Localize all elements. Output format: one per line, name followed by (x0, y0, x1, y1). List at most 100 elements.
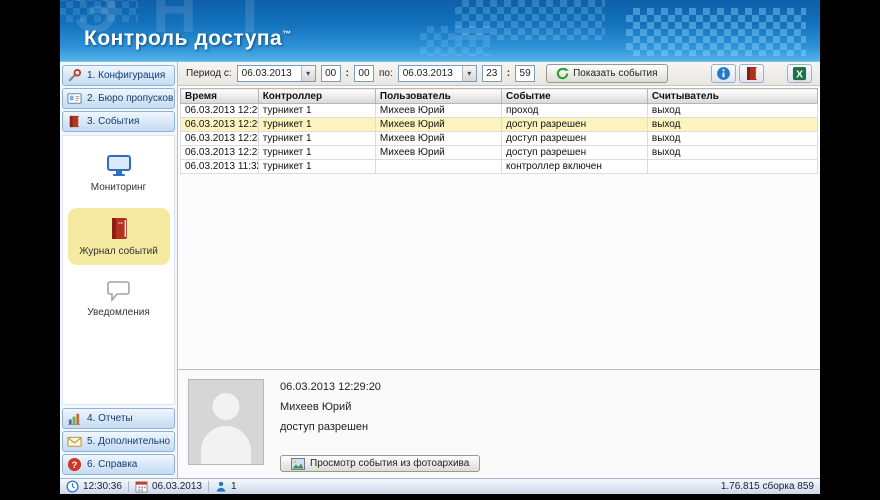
monitor-icon (106, 154, 132, 177)
log-book-button[interactable] (739, 64, 764, 83)
photo-archive-label: Просмотр события из фотоархива (310, 458, 469, 469)
from-hours-input[interactable]: 00 (321, 65, 341, 82)
status-date-value: 06.03.2013 (152, 481, 202, 492)
decor-pixels (420, 26, 490, 56)
column-header-reader[interactable]: Считыватель (647, 89, 817, 104)
events-grid: Время Контроллер Пользователь Событие Сч… (178, 86, 820, 370)
user-photo-placeholder (188, 379, 264, 465)
speech-bubble-icon (106, 280, 131, 302)
cell-controller: турникет 1 (258, 132, 375, 146)
tools-icon (67, 68, 82, 83)
cell-controller: турникет 1 (258, 160, 375, 174)
sidebar-section-help[interactable]: ? 6. Справка (62, 454, 175, 475)
app-window: ЭНТ Контроль доступа™ 1. Конфигурация 2.… (60, 0, 820, 494)
table-header-row: Время Контроллер Пользователь Событие Сч… (181, 89, 818, 104)
svg-text:?: ? (72, 460, 78, 470)
show-events-button[interactable]: Показать события (546, 64, 667, 83)
clock-icon (66, 480, 79, 493)
sidebar-item-label: Журнал событий (79, 246, 158, 257)
sidebar-item-monitoring[interactable]: Мониторинг (68, 146, 170, 201)
cell-event: доступ разрешен (502, 132, 648, 146)
main-layout: 1. Конфигурация 2. Бюро пропусков 3. Соб… (60, 62, 820, 478)
detail-datetime: 06.03.2013 12:29:20 (280, 381, 480, 393)
table-row[interactable]: 06.03.2013 11:32:38 турникет 1 контролле… (181, 160, 818, 174)
cell-event: контроллер включен (502, 160, 648, 174)
content-area: Период с: 06.03.2013 ▾ 00 : 00 по: 06.03… (178, 62, 820, 478)
cell-reader (647, 160, 817, 174)
detail-user: Михеев Юрий (280, 401, 480, 413)
sidebar-item-label: Мониторинг (91, 182, 146, 193)
cell-user (375, 160, 501, 174)
date-to-select[interactable]: 06.03.2013 ▾ (398, 65, 477, 82)
status-separator (128, 481, 129, 492)
help-icon: ? (67, 457, 82, 472)
period-to-label: по: (379, 68, 393, 79)
desktop-background: ЭНТ Контроль доступа™ 1. Конфигурация 2.… (0, 0, 880, 500)
event-detail-info: 06.03.2013 12:29:20 Михеев Юрий доступ р… (280, 379, 480, 472)
date-from-value: 06.03.2013 (242, 68, 298, 79)
decor-pixels (626, 8, 806, 56)
journal-icon (108, 216, 130, 241)
cell-user: Михеев Юрий (375, 132, 501, 146)
cell-controller: турникет 1 (258, 146, 375, 160)
events-table: Время Контроллер Пользователь Событие Сч… (180, 88, 818, 174)
table-row[interactable]: 06.03.2013 12:28:39 турникет 1 Михеев Юр… (181, 132, 818, 146)
status-date: 06.03.2013 (135, 480, 202, 493)
sidebar-section-label: 2. Бюро пропусков (87, 93, 173, 104)
from-minutes-input[interactable]: 00 (354, 65, 374, 82)
sidebar-section-pass-bureau[interactable]: 2. Бюро пропусков (62, 88, 175, 109)
status-users-value: 1 (231, 481, 237, 492)
app-title: Контроль доступа™ (84, 27, 292, 51)
status-version: 1.76.815 сборка 859 (721, 481, 814, 492)
sidebar-section-label: 4. Отчеты (87, 413, 133, 424)
sidebar-item-event-log[interactable]: Журнал событий (68, 208, 170, 265)
pass-card-icon (67, 91, 82, 106)
status-bar: 12:30:36 06.03.2013 1 1.76.815 сборка 85… (60, 478, 820, 494)
cell-time: 06.03.2013 12:29:20 (181, 118, 259, 132)
cell-time: 06.03.2013 12:28:20 (181, 146, 259, 160)
table-row[interactable]: 06.03.2013 12:28:20 турникет 1 Михеев Юр… (181, 146, 818, 160)
table-row[interactable]: 06.03.2013 12:29:21 турникет 1 Михеев Юр… (181, 104, 818, 118)
status-time-value: 12:30:36 (83, 481, 122, 492)
red-book-icon (745, 66, 759, 81)
column-header-user[interactable]: Пользователь (375, 89, 501, 104)
info-button[interactable] (711, 64, 736, 83)
chevron-down-icon[interactable]: ▾ (301, 66, 315, 81)
cell-time: 06.03.2013 12:29:21 (181, 104, 259, 118)
to-hours-input[interactable]: 23 (482, 65, 502, 82)
photo-icon (291, 458, 305, 470)
sidebar-section-additional[interactable]: 5. Дополнительно (62, 431, 175, 452)
table-row-selected[interactable]: 06.03.2013 12:29:20 турникет 1 Михеев Юр… (181, 118, 818, 132)
cell-reader: выход (647, 118, 817, 132)
photo-archive-button[interactable]: Просмотр события из фотоархива (280, 455, 480, 472)
toolbar-right-group: X (711, 64, 812, 83)
status-users-online: 1 (215, 480, 237, 493)
chevron-down-icon[interactable]: ▾ (462, 66, 476, 81)
date-from-select[interactable]: 06.03.2013 ▾ (237, 65, 316, 82)
cell-time: 06.03.2013 12:28:39 (181, 132, 259, 146)
column-header-event[interactable]: Событие (502, 89, 648, 104)
to-minutes-input[interactable]: 59 (515, 65, 535, 82)
sidebar-section-events[interactable]: 3. События (62, 111, 175, 132)
events-book-icon (67, 114, 82, 129)
cell-reader: выход (647, 146, 817, 160)
app-title-text: Контроль доступа (84, 27, 282, 50)
excel-icon: X (792, 66, 807, 81)
status-separator (208, 481, 209, 492)
status-time: 12:30:36 (66, 480, 122, 493)
time-colon: : (346, 68, 349, 79)
sidebar-section-reports[interactable]: 4. Отчеты (62, 408, 175, 429)
time-colon: : (507, 68, 510, 79)
silhouette-body (201, 426, 251, 465)
sidebar-section-configuration[interactable]: 1. Конфигурация (62, 65, 175, 86)
excel-export-button[interactable]: X (787, 64, 812, 83)
column-header-time[interactable]: Время (181, 89, 259, 104)
sidebar: 1. Конфигурация 2. Бюро пропусков 3. Соб… (60, 62, 178, 478)
sidebar-item-notifications[interactable]: Уведомления (68, 272, 170, 326)
column-header-controller[interactable]: Контроллер (258, 89, 375, 104)
refresh-icon (556, 67, 569, 80)
cell-user: Михеев Юрий (375, 146, 501, 160)
detail-event: доступ разрешен (280, 421, 480, 433)
reports-chart-icon (67, 411, 82, 426)
sidebar-item-label: Уведомления (87, 307, 150, 318)
